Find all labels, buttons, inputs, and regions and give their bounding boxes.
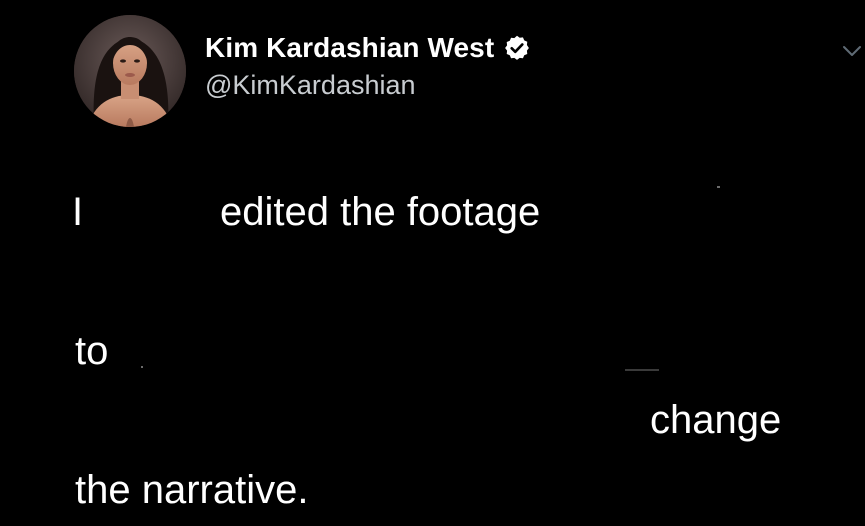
tweet-text-fragment: edited the footage xyxy=(220,190,541,234)
author-name-row[interactable]: Kim Kardashian West xyxy=(205,30,531,66)
tweet-text-fragment: I xyxy=(72,190,84,234)
edit-artifact xyxy=(625,369,659,371)
avatar[interactable] xyxy=(74,15,186,127)
edit-artifact xyxy=(717,186,720,188)
tweet-text-fragment: to xyxy=(75,329,109,373)
author-handle[interactable]: @KimKardashian xyxy=(205,70,416,101)
tweet-text-fragment: the narrative. xyxy=(75,468,309,512)
chevron-down-icon[interactable] xyxy=(842,44,862,58)
profile-photo-icon xyxy=(74,15,186,127)
tweet-text-fragment: change xyxy=(650,398,782,442)
edit-artifact xyxy=(141,366,143,368)
verified-badge-icon xyxy=(505,35,530,60)
author-display-name[interactable]: Kim Kardashian West xyxy=(205,32,494,64)
